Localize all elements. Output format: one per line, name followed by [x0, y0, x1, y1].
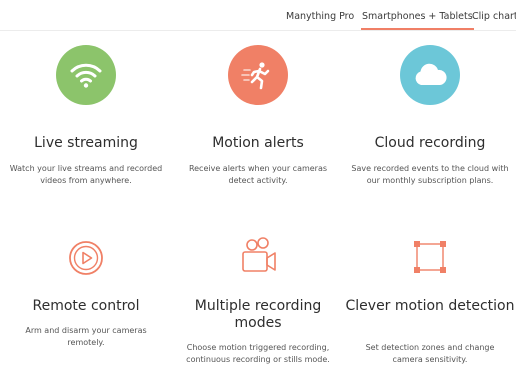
feature-title: Clever motion detection	[345, 298, 515, 314]
feature-multiple-recording-modes: Multiple recording modes Choose motion t…	[172, 0, 344, 374]
detection-zone-icon	[410, 237, 450, 277]
feature-remote-control: Remote control Arm and disarm your camer…	[0, 0, 172, 374]
feature-clever-motion-detection: Clever motion detection Set detection zo…	[344, 0, 516, 374]
feature-description: Set detection zones and change camera se…	[365, 343, 495, 364]
play-icon	[66, 238, 106, 278]
feature-title: Multiple recording modes	[194, 298, 322, 331]
feature-description: Choose motion triggered recording, conti…	[186, 343, 330, 364]
video-camera-icon	[238, 236, 278, 276]
feature-description: Arm and disarm your cameras remotely.	[25, 326, 147, 347]
feature-title: Remote control	[32, 298, 140, 314]
